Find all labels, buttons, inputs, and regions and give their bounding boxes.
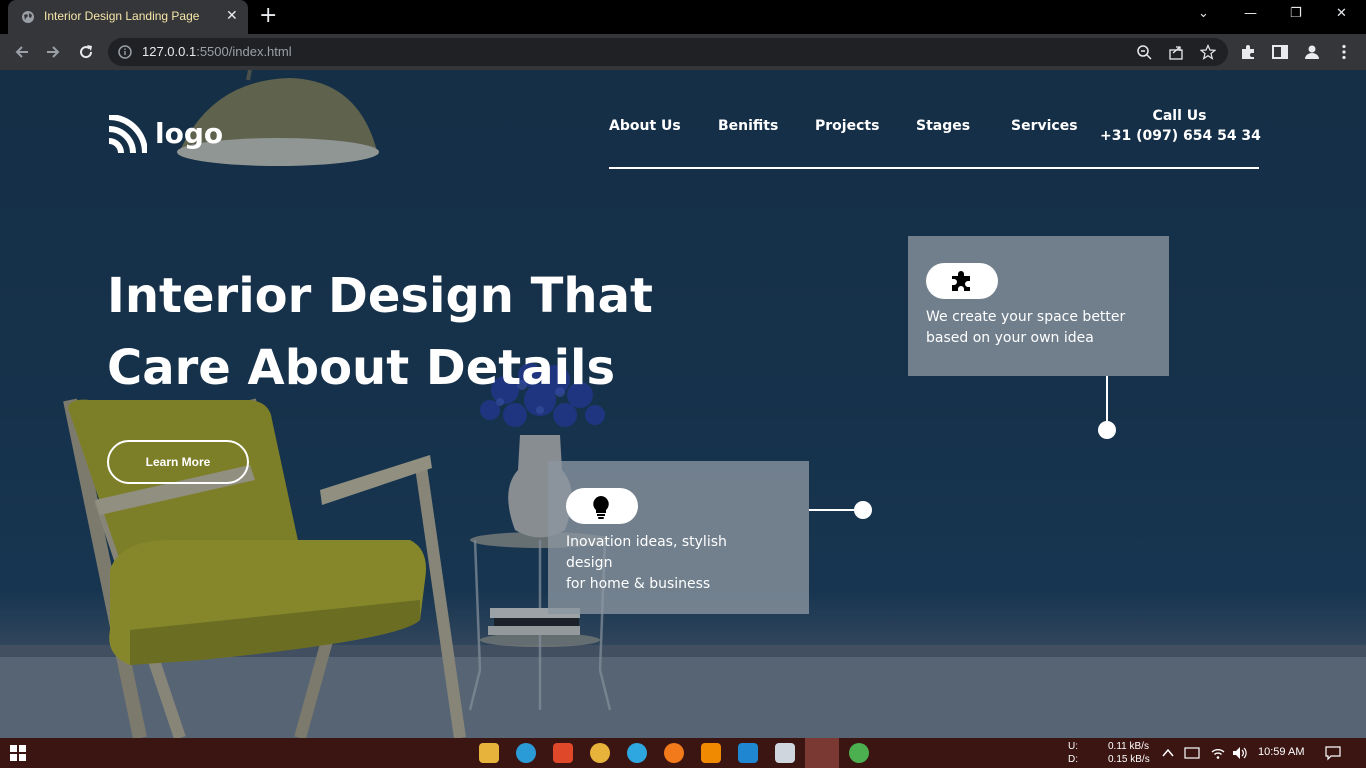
zoom-icon[interactable] [1136, 44, 1152, 60]
more-menu-icon[interactable] [1335, 43, 1353, 61]
card-space-text: We create your space better based on you… [926, 309, 1126, 346]
feature-card-space: We create your space better based on you… [908, 236, 1169, 376]
lightbulb-icon [593, 496, 609, 519]
card-ideas-text: Inovation ideas, stylish design for home… [566, 534, 727, 592]
back-icon[interactable] [13, 43, 31, 61]
net-up-label: U: [1068, 741, 1078, 752]
site-info-icon[interactable] [118, 45, 132, 59]
learn-more-button[interactable]: Learn More [107, 440, 249, 484]
clock[interactable]: 10:59 AM [1258, 746, 1304, 758]
browser-tab-bar: Interior Design Landing Page ✕ + ⌄ — ❐ ✕ [0, 0, 1366, 34]
tab-title: Interior Design Landing Page [44, 9, 200, 23]
vlc-icon[interactable] [701, 743, 721, 763]
telegram-icon[interactable] [627, 743, 647, 763]
url-host: 127.0.0.1 [142, 44, 197, 59]
profile-icon[interactable] [1303, 43, 1321, 61]
minimize-button[interactable]: — [1244, 6, 1257, 21]
chrome-icon[interactable] [590, 743, 610, 763]
connector-dot-top [1098, 421, 1116, 439]
reload-icon[interactable] [77, 43, 95, 61]
lightbulb-pill [566, 488, 638, 524]
nav-stages[interactable]: Stages [916, 118, 970, 134]
connector-dot-right [854, 501, 872, 519]
nav-services[interactable]: Services [1011, 118, 1078, 134]
call-us-block[interactable]: Call Us +31 (097) 654 54 34 [1100, 108, 1261, 144]
wifi-icon[interactable] [1210, 746, 1226, 760]
hero-headline: Interior Design That Care About Details [107, 260, 667, 404]
puzzle-pill [926, 263, 998, 299]
keyboard-icon[interactable] [1184, 746, 1200, 760]
nav-benifits[interactable]: Benifits [718, 118, 778, 134]
edge-icon[interactable] [516, 743, 536, 763]
vscode-icon[interactable] [738, 743, 758, 763]
paint-app-active[interactable] [805, 738, 839, 768]
restore-button[interactable]: ❐ [1290, 6, 1302, 21]
side-panel-icon[interactable] [1271, 43, 1289, 61]
tab-close-icon[interactable]: ✕ [226, 8, 238, 24]
url-path: :5500/index.html [196, 44, 292, 59]
firefox-icon[interactable] [664, 743, 684, 763]
puzzle-icon [952, 271, 970, 291]
nav-about-us[interactable]: About Us [609, 118, 681, 134]
share-icon[interactable] [1168, 44, 1184, 60]
call-number[interactable]: +31 (097) 654 54 34 [1100, 128, 1261, 144]
brave-icon[interactable] [553, 743, 573, 763]
browser-tab[interactable]: Interior Design Landing Page ✕ [8, 0, 248, 34]
new-tab-button[interactable]: + [259, 4, 277, 28]
connector-line-horizontal [809, 509, 857, 511]
chrome-active-icon[interactable] [849, 743, 869, 763]
url-text: 127.0.0.1:5500/index.html [142, 44, 292, 59]
address-bar[interactable]: 127.0.0.1:5500/index.html [108, 38, 1228, 66]
tab-search-icon[interactable]: ⌄ [1198, 6, 1209, 21]
feature-card-ideas: Inovation ideas, stylish design for home… [548, 461, 809, 614]
headline-line-1: Interior Design That [107, 268, 653, 324]
bookmark-star-icon[interactable] [1200, 44, 1216, 60]
notification-icon[interactable] [1325, 745, 1341, 761]
notepad-icon[interactable] [775, 743, 795, 763]
chevron-up-icon[interactable] [1162, 747, 1174, 759]
close-window-button[interactable]: ✕ [1336, 6, 1347, 21]
windows-taskbar: U: D: 0.11 kB/s 0.15 kB/s 10:59 AM [0, 738, 1366, 768]
logo-text: logo [155, 117, 224, 150]
net-up-speed: 0.11 kB/s [1108, 741, 1149, 752]
connector-line-vertical [1106, 376, 1108, 424]
volume-icon[interactable] [1232, 746, 1248, 760]
net-down-speed: 0.15 kB/s [1108, 754, 1150, 765]
nav-divider [609, 167, 1259, 169]
rss-logo-icon [108, 115, 147, 154]
windows-start-icon[interactable] [10, 745, 26, 761]
browser-toolbar: 127.0.0.1:5500/index.html [0, 34, 1366, 70]
nav-projects[interactable]: Projects [815, 118, 879, 134]
forward-icon[interactable] [44, 43, 62, 61]
call-label: Call Us [1152, 108, 1207, 124]
net-down-label: D: [1068, 754, 1078, 765]
hero-background-illustration [0, 70, 1366, 738]
extensions-puzzle-icon[interactable] [1239, 43, 1257, 61]
hero-section: logo About Us Benifits Projects Stages S… [0, 70, 1366, 738]
file-explorer-icon[interactable] [479, 743, 499, 763]
globe-icon [22, 11, 34, 23]
headline-line-2: Care About Details [107, 340, 616, 396]
